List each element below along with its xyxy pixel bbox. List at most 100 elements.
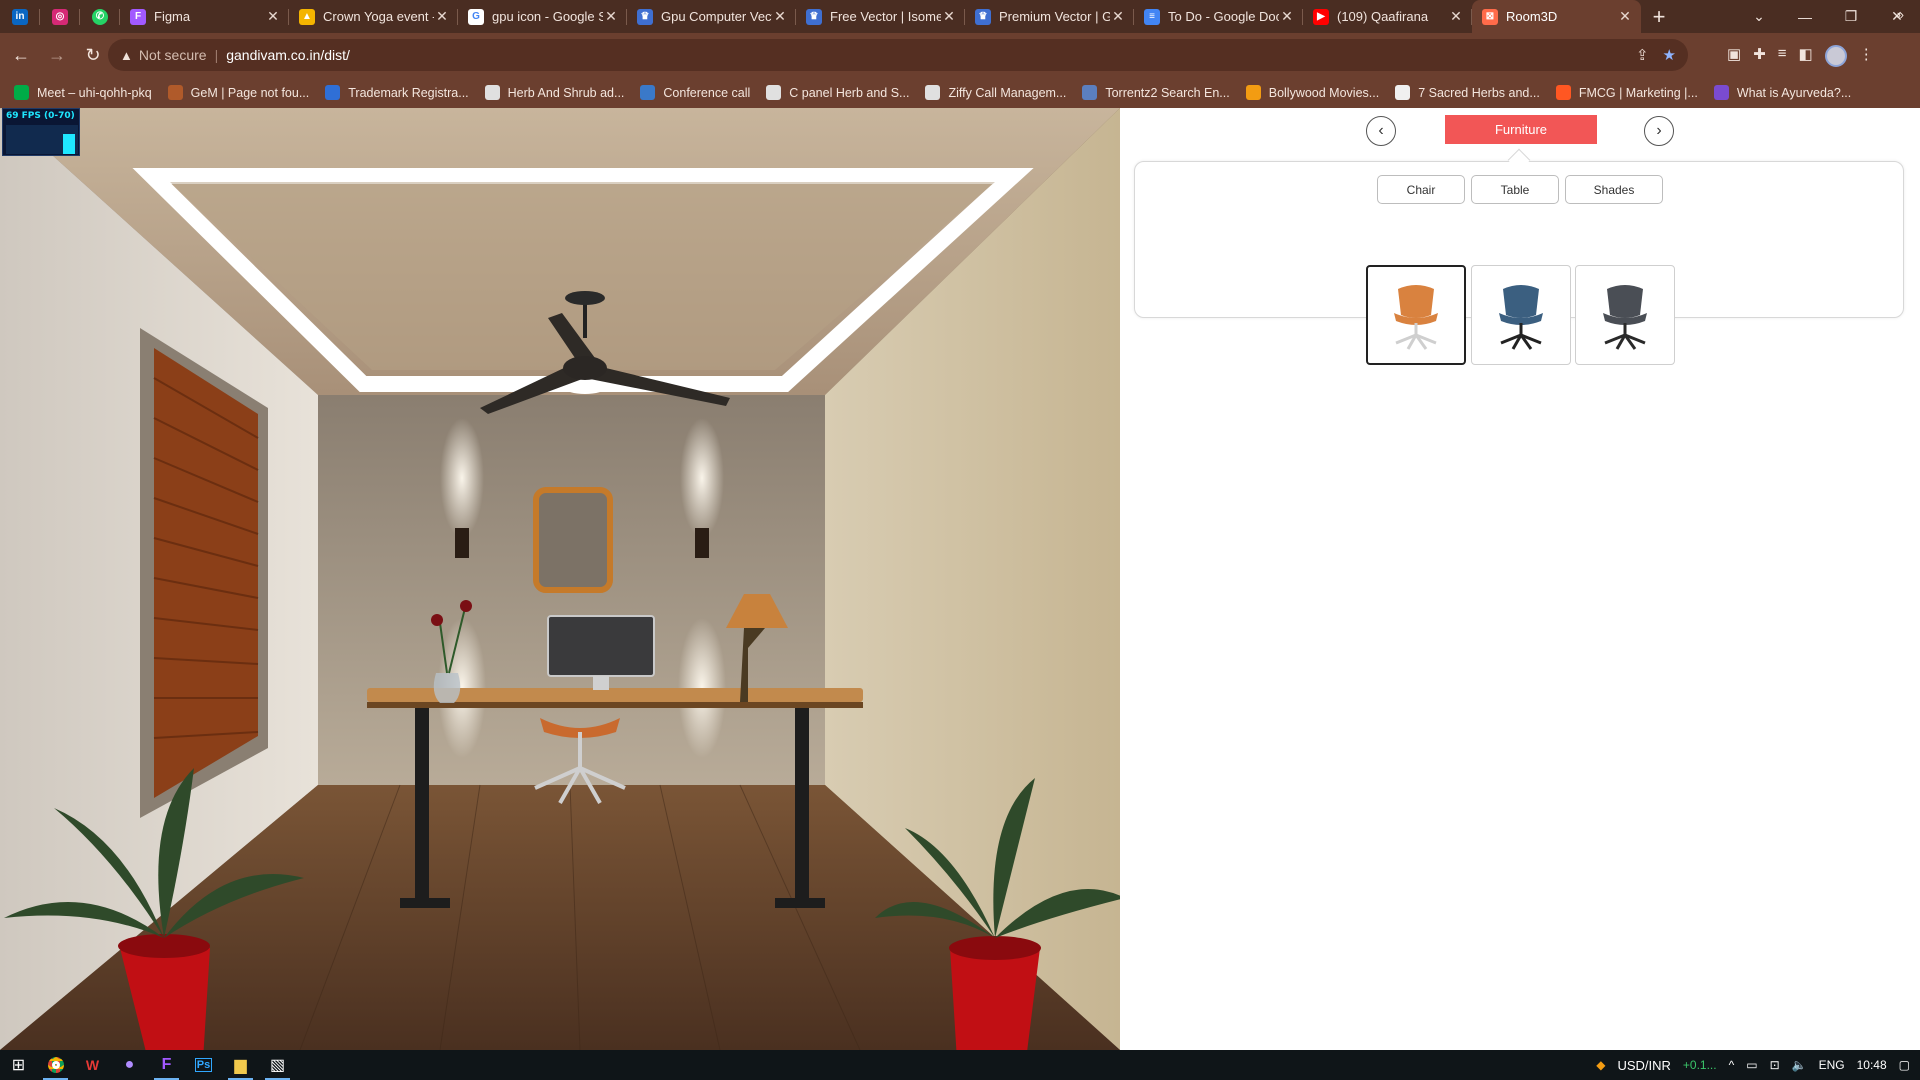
subtab-table[interactable]: Table (1471, 175, 1559, 204)
pinned-tab-instagram[interactable]: ◎ (40, 0, 80, 33)
pinned-tab-whatsapp[interactable]: ✆ (80, 0, 120, 33)
start-button[interactable]: ⊞ (0, 1050, 37, 1080)
taskbar-figma[interactable]: F (148, 1050, 185, 1080)
browser-tab[interactable]: ♛ Gpu Computer Vect ✕ (627, 0, 796, 33)
bookmark-favicon-icon (1245, 85, 1261, 100)
bookmark-label: Herb And Shrub ad... (507, 85, 625, 100)
reload-button[interactable]: ↻ (78, 40, 108, 70)
tab-title: Premium Vector | G (999, 9, 1110, 24)
back-button[interactable]: ← (6, 40, 36, 70)
share-icon[interactable]: ⇪ (1636, 46, 1649, 64)
tab-title: gpu icon - Google S (492, 9, 603, 24)
close-tab-icon[interactable]: ✕ (772, 8, 788, 25)
bookmark-label: Ziffy Call Managem... (948, 85, 1067, 100)
browser-tab[interactable]: Ggpu icon - Google S ✕ (458, 0, 627, 33)
volume-icon[interactable]: 🔈 (1792, 1058, 1807, 1072)
address-divider: | (214, 47, 219, 63)
chair-icon (1499, 285, 1543, 350)
battery-icon[interactable]: ▭ (1746, 1058, 1757, 1072)
new-tab-button[interactable]: + (1641, 0, 1677, 33)
browser-tab[interactable]: ▶ (109) Qaafirana ✕ (1303, 0, 1472, 33)
restore-button[interactable]: ❐ (1828, 8, 1874, 25)
next-category-button[interactable]: › (1644, 116, 1674, 146)
tab-title: Gpu Computer Vect (661, 9, 772, 24)
minimize-button[interactable]: — (1782, 9, 1828, 25)
bookmark-label: FMCG | Marketing |... (1578, 85, 1698, 100)
browser-tab[interactable]: ▲ Crown Yoga event - ✕ (289, 0, 458, 33)
notifications-icon[interactable]: ▢ (1899, 1058, 1910, 1072)
taskbar-app[interactable]: ● (111, 1050, 148, 1080)
bookmarks-overflow-icon[interactable]: » (1897, 7, 1904, 22)
bookmark-item[interactable]: Herb And Shrub ad... (484, 85, 625, 100)
browser-tab[interactable]: ⊠ Room3D ✕ (1472, 0, 1641, 33)
browser-toolbar: ← → ↻ ▲ Not secure | gandivam.co.in/dist… (0, 33, 1920, 77)
pinned-tab-linkedin[interactable]: in (0, 0, 40, 33)
bookmark-item[interactable]: Conference call (640, 85, 750, 100)
close-tab-icon[interactable]: ✕ (603, 8, 619, 25)
vector-site-icon: ♛ (975, 8, 991, 25)
room-3d-viewport[interactable] (0, 108, 1120, 1050)
url-text[interactable]: gandivam.co.in/dist/ (226, 47, 350, 63)
prev-category-button[interactable]: ‹ (1366, 116, 1396, 146)
chrome-icon (47, 1057, 64, 1073)
subtab-chair[interactable]: Chair (1377, 175, 1465, 204)
chair-icon (1394, 285, 1438, 350)
close-tab-icon[interactable]: ✕ (1617, 8, 1633, 25)
close-tab-icon[interactable]: ✕ (941, 8, 957, 25)
close-tab-icon[interactable]: ✕ (1448, 8, 1464, 25)
taskbar-file-explorer[interactable]: ▆ (222, 1050, 259, 1080)
bookmark-favicon-icon (325, 85, 341, 100)
circle-app-icon: ● (124, 1056, 135, 1073)
bookmark-favicon-icon (484, 85, 500, 100)
browser-tab[interactable]: ♛ Premium Vector | G ✕ (965, 0, 1134, 33)
bookmark-label: Conference call (663, 85, 751, 100)
profile-avatar[interactable] (1824, 45, 1847, 67)
taskbar-photos[interactable]: ▧ (259, 1050, 296, 1080)
taskbar-chrome[interactable] (37, 1050, 74, 1080)
bookmark-label: Torrentz2 Search En... (1105, 85, 1230, 100)
bookmark-item[interactable]: Meet – uhi-qohh-pkq (14, 85, 152, 100)
network-icon[interactable]: ⊡ (1770, 1058, 1780, 1072)
close-tab-icon[interactable]: ✕ (1110, 8, 1126, 25)
taskbar-photoshop[interactable]: Ps (185, 1050, 222, 1080)
side-panel-icon[interactable]: ◧ (1799, 45, 1813, 67)
subtab-shades[interactable]: Shades (1565, 175, 1663, 204)
bookmark-item[interactable]: C panel Herb and S... (766, 85, 909, 100)
media-control-icon[interactable]: ≡ (1778, 45, 1787, 67)
bookmark-item[interactable]: Bollywood Movies... (1245, 85, 1379, 100)
forward-button[interactable]: → (42, 40, 72, 70)
cast-icon[interactable]: ▣ (1727, 45, 1741, 67)
bookmark-item[interactable]: Torrentz2 Search En... (1082, 85, 1230, 100)
close-tab-icon[interactable]: ✕ (265, 8, 281, 25)
bookmark-star-icon[interactable]: ★ (1663, 46, 1676, 64)
tab-title: Crown Yoga event - (323, 9, 434, 24)
clock[interactable]: 10:48 (1857, 1058, 1887, 1072)
furniture-item-orange-chair[interactable] (1366, 265, 1466, 365)
tab-search-icon[interactable]: ⌄ (1736, 8, 1782, 25)
browser-tab[interactable]: F Figma ✕ (120, 0, 289, 33)
bookmark-label: C panel Herb and S... (789, 85, 910, 100)
bookmark-item[interactable]: What is Ayurveda?... (1713, 85, 1851, 100)
furniture-item-grey-mesh-chair[interactable] (1575, 265, 1675, 365)
bookmark-favicon-icon (766, 85, 782, 100)
bookmark-item[interactable]: Ziffy Call Managem... (925, 85, 1066, 100)
language-indicator[interactable]: ENG (1819, 1058, 1845, 1072)
bookmark-item[interactable]: FMCG | Marketing |... (1555, 85, 1698, 100)
close-tab-icon[interactable]: ✕ (434, 8, 450, 25)
ticker-label[interactable]: USD/INR (1617, 1058, 1670, 1073)
bookmark-item[interactable]: GeM | Page not fou... (167, 85, 309, 100)
security-label[interactable]: Not secure (139, 47, 207, 63)
bookmark-item[interactable]: Trademark Registra... (325, 85, 469, 100)
whatsapp-icon: ✆ (92, 8, 108, 25)
address-bar[interactable]: ▲ Not secure | gandivam.co.in/dist/ ⇪ ★ (108, 39, 1688, 71)
taskbar-wps[interactable]: W (74, 1050, 111, 1080)
browser-tab[interactable]: ♛ Free Vector | Isome ✕ (796, 0, 965, 33)
extensions-puzzle-icon[interactable]: ✚ (1753, 45, 1766, 67)
show-hidden-icons[interactable]: ^ (1729, 1058, 1735, 1072)
close-tab-icon[interactable]: ✕ (1279, 8, 1295, 25)
vector-site-icon: ♛ (806, 8, 822, 25)
browser-tab[interactable]: ≡ To Do - Google Doc ✕ (1134, 0, 1303, 33)
bookmark-item[interactable]: 7 Sacred Herbs and... (1395, 85, 1540, 100)
furniture-item-blue-office-chair[interactable] (1471, 265, 1571, 365)
chrome-menu-icon[interactable]: ⋮ (1859, 45, 1874, 67)
